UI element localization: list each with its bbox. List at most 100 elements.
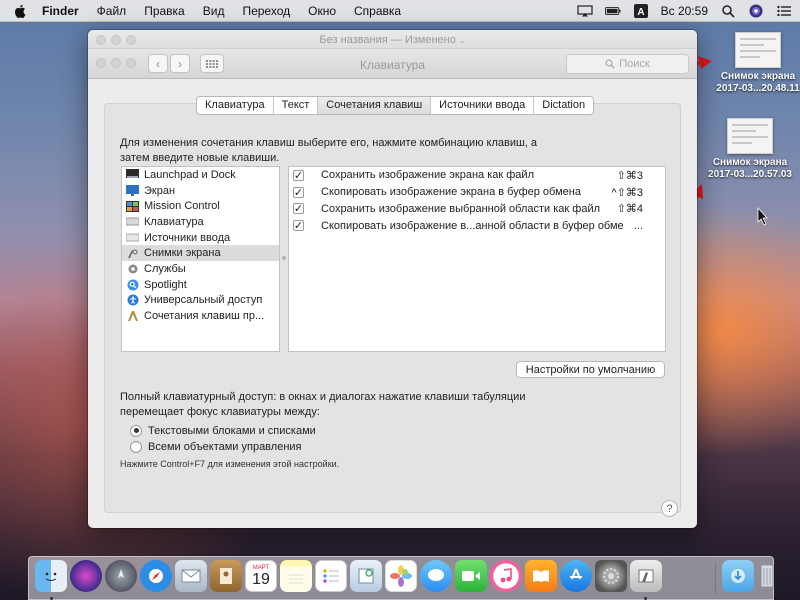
shortcut-keys[interactable]: ^⇧⌘3 [612, 186, 644, 199]
category-label: Службы [144, 262, 186, 275]
category-keyboard[interactable]: Клавиатура [122, 214, 279, 230]
radio-all-controls[interactable]: Всеми объектами управления [130, 439, 302, 454]
shortcut-list: ✓ Сохранить изображение экрана как файл … [288, 166, 666, 352]
shortcut-label: Сохранить изображение экрана как файл [321, 169, 534, 182]
shortcut-checkbox[interactable]: ✓ [293, 186, 304, 199]
radio-button[interactable] [130, 424, 142, 437]
category-spotlight[interactable]: Spotlight [122, 277, 279, 293]
ibooks-icon[interactable] [525, 560, 557, 592]
category-label: Mission Control [144, 200, 220, 213]
app-store-icon[interactable] [560, 560, 592, 592]
trash-icon[interactable] [760, 559, 774, 591]
shortcut-label: Сохранить изображение выбранной области … [321, 202, 601, 215]
itunes-icon[interactable] [490, 560, 522, 592]
radio-text-boxes[interactable]: Текстовыми блоками и списками [130, 423, 316, 438]
shortcut-checkbox[interactable]: ✓ [293, 203, 304, 216]
screenshots-icon [126, 248, 139, 259]
preview-icon[interactable] [350, 560, 382, 592]
system-preferences-icon[interactable] [595, 560, 627, 592]
tab-input-sources[interactable]: Источники ввода [431, 97, 535, 114]
control-f7-hint: Нажмите Control+F7 для изменения этой на… [120, 459, 340, 469]
category-display[interactable]: Экран [122, 183, 279, 199]
category-mission-control[interactable]: Mission Control [122, 198, 279, 214]
help-button[interactable]: ? [661, 500, 678, 517]
category-label: Универсальный доступ [144, 294, 263, 307]
facetime-icon[interactable] [455, 560, 487, 592]
downloads-folder-icon[interactable] [722, 560, 754, 592]
notes-icon[interactable] [280, 560, 312, 592]
shortcut-row[interactable]: ✓ Сохранить изображение экрана как файл … [289, 167, 665, 184]
dock: МАРТ 19 [28, 556, 774, 600]
radio-label: Всеми объектами управления [148, 440, 302, 453]
full-keyboard-access-text: Полный клавиатурный доступ: в окнах и ди… [120, 391, 526, 418]
mission-control-icon [126, 200, 139, 212]
shortcut-label: Скопировать изображение экрана в буфер о… [321, 186, 581, 199]
contacts-icon[interactable] [210, 560, 242, 592]
keyboard-icon [126, 216, 139, 227]
shortcut-keys[interactable]: ⇧⌘3 [617, 169, 643, 182]
category-label: Spotlight [144, 278, 187, 291]
tab-bar: Клавиатура Текст Сочетания клавиш Источн… [196, 96, 595, 115]
spotlight-icon [126, 279, 139, 291]
category-label: Launchpad и Dock [144, 168, 236, 181]
shortcut-row[interactable]: ✓ Скопировать изображение экрана в буфер… [289, 184, 665, 201]
category-services[interactable]: Службы [122, 261, 279, 277]
search-field[interactable]: Поиск [566, 54, 689, 74]
calendar-icon[interactable]: МАРТ 19 [245, 560, 277, 592]
services-gear-icon [126, 263, 139, 274]
shortcut-row[interactable]: ✓ Сохранить изображение выбранной област… [289, 201, 665, 218]
category-label: Источники ввода [144, 231, 231, 244]
shortcut-row[interactable]: ✓ Скопировать изображение в...анной обла… [289, 217, 665, 234]
checkmark-icon: ✓ [293, 186, 304, 199]
shortcut-checkbox[interactable]: ✓ [293, 220, 304, 232]
shortcut-label: Скопировать изображение в...анной област… [321, 219, 623, 232]
tab-keyboard[interactable]: Клавиатура [197, 97, 274, 114]
window-toolbar: ‹ › Клавиатура Поиск [88, 49, 697, 79]
category-label: Экран [144, 184, 176, 197]
restore-defaults-button[interactable]: Настройки по умолчанию [516, 361, 665, 378]
launchpad-dock-icon [126, 169, 139, 180]
split-view-handle[interactable] [282, 256, 286, 260]
input-sources-icon [126, 232, 139, 243]
finder-icon[interactable] [35, 560, 67, 592]
category-screenshots[interactable]: Снимки экрана [122, 245, 279, 262]
launchpad-icon[interactable] [105, 560, 137, 592]
category-app-shortcuts[interactable]: Сочетания клавиш пр... [122, 308, 279, 324]
category-input-sources[interactable]: Источники ввода [122, 230, 279, 246]
safari-icon[interactable] [140, 560, 172, 592]
system-preferences-window: Без названия — Изменено ⌄ ‹ › Клавиатура… [88, 30, 697, 528]
reminders-icon[interactable] [315, 560, 347, 592]
shortcut-keys[interactable]: ... [634, 220, 643, 232]
mouse-cursor-icon [757, 206, 768, 226]
shortcut-checkbox[interactable]: ✓ [293, 169, 304, 182]
search-placeholder: Поиск [619, 58, 650, 70]
search-icon [605, 59, 616, 69]
category-accessibility[interactable]: Универсальный доступ [122, 293, 279, 309]
window-titlebar[interactable]: Без названия — Изменено ⌄ [88, 30, 697, 49]
siri-icon[interactable] [70, 560, 102, 592]
category-label: Сочетания клавиш пр... [144, 310, 265, 323]
tab-text[interactable]: Текст [274, 97, 319, 114]
shortcut-keys[interactable]: ⇧⌘4 [617, 202, 643, 215]
radio-button[interactable] [130, 440, 142, 453]
grab-icon[interactable] [630, 560, 662, 592]
document-title: Без названия — Изменено ⌄ [319, 34, 466, 46]
accessibility-icon [126, 294, 139, 306]
mail-icon[interactable] [175, 560, 207, 592]
messages-icon[interactable] [420, 560, 452, 592]
category-label: Клавиатура [144, 215, 204, 228]
checkmark-icon: ✓ [293, 169, 304, 182]
tab-shortcuts[interactable]: Сочетания клавиш [318, 97, 432, 114]
display-icon [126, 185, 139, 197]
checkmark-icon: ✓ [293, 203, 304, 216]
dock-separator [715, 563, 716, 595]
tab-dictation[interactable]: Dictation [534, 97, 593, 114]
category-label: Снимки экрана [144, 247, 221, 260]
photos-icon[interactable] [385, 560, 417, 592]
category-launchpad-dock[interactable]: Launchpad и Dock [122, 167, 279, 183]
calendar-day: 19 [252, 571, 270, 588]
shortcuts-description: Для изменения сочетания клавиш выберите … [120, 137, 538, 164]
shortcut-category-list: Launchpad и Dock Экран Mission Control К… [121, 166, 280, 352]
app-shortcuts-icon [126, 311, 139, 322]
radio-label: Текстовыми блоками и списками [148, 424, 316, 437]
